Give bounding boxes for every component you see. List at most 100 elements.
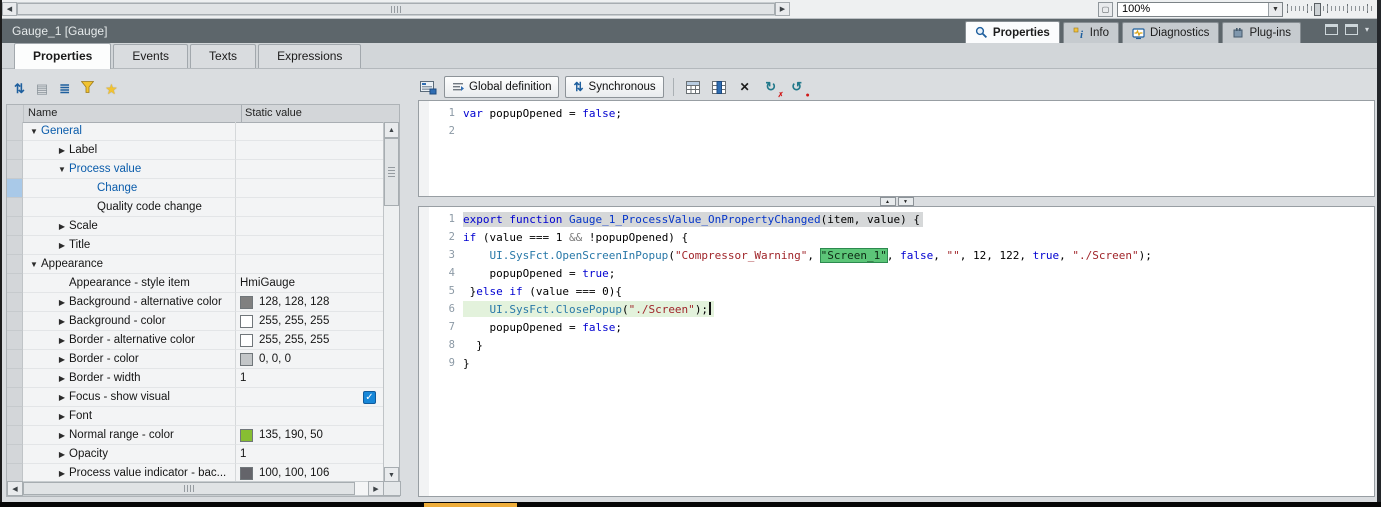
property-value-cell[interactable] <box>236 198 384 217</box>
synchronous-button[interactable]: ⇅ Synchronous <box>565 76 663 98</box>
filter-funnel-icon[interactable] <box>81 81 94 97</box>
scrollbar-thumb[interactable] <box>17 3 775 15</box>
code-line[interactable]: 3 UI.SysFct.OpenScreenInPopup("Compresso… <box>419 246 1374 264</box>
property-value-cell[interactable]: 1 <box>236 445 384 464</box>
expand-arrow-icon[interactable]: ▶ <box>55 393 69 402</box>
nav-tab-texts[interactable]: Texts <box>190 44 256 68</box>
expand-arrow-icon[interactable]: ▶ <box>55 298 69 307</box>
expand-arrow-icon[interactable]: ▶ <box>55 431 69 440</box>
refresh-warning-icon[interactable]: ↺● <box>787 77 807 97</box>
property-value-cell[interactable] <box>236 217 384 236</box>
expand-arrow-icon[interactable]: ▶ <box>55 336 69 345</box>
refresh-error-icon[interactable]: ↻✗ <box>761 77 781 97</box>
scroll-right-button[interactable]: ▶ <box>368 481 384 496</box>
expand-arrow-icon[interactable]: ▶ <box>55 469 69 478</box>
property-value-cell[interactable]: 255, 255, 255 <box>236 312 384 331</box>
property-value-cell[interactable] <box>236 122 384 141</box>
code-text[interactable]: UI.SysFct.ClosePopup("./Screen"); <box>463 301 714 317</box>
expand-arrow-icon[interactable]: ▶ <box>55 241 69 250</box>
property-row-appearance-style-item[interactable]: Appearance - style itemHmiGauge <box>7 274 384 293</box>
favorites-star-icon[interactable]: ★ <box>105 81 118 97</box>
expand-arrow-icon[interactable]: ▶ <box>55 374 69 383</box>
property-row-process-value[interactable]: ▼Process value <box>7 160 384 179</box>
property-row-background-alternative-color[interactable]: ▶Background - alternative color128, 128,… <box>7 293 384 312</box>
category-view-icon[interactable]: ▤ <box>36 81 48 97</box>
column-header-name[interactable]: Name <box>24 105 242 122</box>
property-row-label[interactable]: ▶Label <box>7 141 384 160</box>
property-row-change[interactable]: Change <box>7 179 384 198</box>
scroll-left-button[interactable]: ◀ <box>2 2 17 16</box>
zoom-slider[interactable] <box>1287 2 1375 16</box>
property-row-normal-range-color[interactable]: ▶Normal range - color135, 190, 50 <box>7 426 384 445</box>
code-line[interactable]: 2 <box>419 122 1374 140</box>
property-row-general[interactable]: ▼General <box>7 122 384 141</box>
expand-arrow-icon[interactable]: ▶ <box>55 450 69 459</box>
column-header-static-value[interactable]: Static value <box>242 105 399 122</box>
scrollbar-track[interactable] <box>23 481 368 496</box>
chevron-down-icon[interactable]: ▾ <box>1365 25 1369 34</box>
insert-table-icon[interactable] <box>683 77 703 97</box>
expand-arrow-icon[interactable]: ▶ <box>55 146 69 155</box>
code-line[interactable]: 7 popupOpened = false; <box>419 318 1374 336</box>
splitter-collapse-down-button[interactable]: ▼ <box>898 197 914 206</box>
nav-tab-expressions[interactable]: Expressions <box>258 44 361 68</box>
code-text[interactable]: if (value === 1 && !popupOpened) { <box>463 230 691 245</box>
code-line[interactable]: 1export function Gauge_1_ProcessValue_On… <box>419 210 1374 228</box>
nav-tab-events[interactable]: Events <box>113 44 188 68</box>
document-horizontal-scrollbar[interactable]: ◀ ▶ <box>2 2 790 16</box>
property-value-cell[interactable]: 1 <box>236 369 384 388</box>
expand-arrow-icon[interactable]: ▶ <box>55 355 69 364</box>
properties-horizontal-scrollbar[interactable]: ◀ ▶ <box>7 481 401 496</box>
sort-icon[interactable]: ⇅ <box>14 81 25 97</box>
property-row-background-color[interactable]: ▶Background - color255, 255, 255 <box>7 312 384 331</box>
scrollbar-thumb[interactable] <box>384 138 399 206</box>
property-value-cell[interactable]: 255, 255, 255 <box>236 331 384 350</box>
script-region-icon[interactable] <box>418 77 438 97</box>
code-line[interactable]: 1var popupOpened = false; <box>419 104 1374 122</box>
code-text[interactable]: export function Gauge_1_ProcessValue_OnP… <box>463 212 923 227</box>
tab-properties[interactable]: Properties <box>965 21 1060 43</box>
property-row-scale[interactable]: ▶Scale <box>7 217 384 236</box>
code-text[interactable]: }else if (value === 0){ <box>463 284 625 299</box>
property-value-cell[interactable]: HmiGauge <box>236 274 384 293</box>
checkbox-checked[interactable]: ✓ <box>363 391 376 404</box>
event-script-editor[interactable]: 1export function Gauge_1_ProcessValue_On… <box>418 206 1375 497</box>
code-line[interactable]: 8 } <box>419 336 1374 354</box>
global-definition-editor[interactable]: 1var popupOpened = false;2 <box>418 100 1375 197</box>
property-value-cell[interactable] <box>236 141 384 160</box>
zoom-fit-button[interactable]: ▢ <box>1098 2 1113 17</box>
property-row-border-color[interactable]: ▶Border - color0, 0, 0 <box>7 350 384 369</box>
delete-icon[interactable]: ✕ <box>735 77 755 97</box>
expand-arrow-icon[interactable]: ▶ <box>55 317 69 326</box>
code-line[interactable]: 2if (value === 1 && !popupOpened) { <box>419 228 1374 246</box>
scroll-right-button[interactable]: ▶ <box>775 2 790 16</box>
property-value-cell[interactable]: 135, 190, 50 <box>236 426 384 445</box>
code-text[interactable]: } <box>463 356 473 371</box>
property-value-cell[interactable] <box>236 160 384 179</box>
property-row-opacity[interactable]: ▶Opacity1 <box>7 445 384 464</box>
collapse-arrow-icon[interactable]: ▼ <box>27 260 41 269</box>
property-value-cell[interactable] <box>236 255 384 274</box>
slider-thumb[interactable] <box>1314 3 1321 16</box>
editor-splitter[interactable]: ▲ ▼ <box>418 197 1375 206</box>
zoom-select[interactable]: 100% ▼ <box>1117 2 1283 17</box>
property-value-cell[interactable]: 128, 128, 128 <box>236 293 384 312</box>
code-text[interactable]: popupOpened = true; <box>463 266 618 281</box>
float-window-icon[interactable] <box>1325 24 1338 35</box>
code-line[interactable]: 4 popupOpened = true; <box>419 264 1374 282</box>
property-value-cell[interactable] <box>236 236 384 255</box>
property-row-border-alternative-color[interactable]: ▶Border - alternative color255, 255, 255 <box>7 331 384 350</box>
property-row-border-width[interactable]: ▶Border - width1 <box>7 369 384 388</box>
list-view-icon[interactable]: ≣ <box>59 81 70 97</box>
property-value-cell[interactable]: 0, 0, 0 <box>236 350 384 369</box>
property-row-font[interactable]: ▶Font <box>7 407 384 426</box>
chevron-down-icon[interactable]: ▼ <box>1268 3 1282 16</box>
scrollbar-track[interactable] <box>384 138 399 467</box>
property-row-appearance[interactable]: ▼Appearance <box>7 255 384 274</box>
code-text[interactable] <box>463 130 466 132</box>
code-text[interactable]: } <box>463 338 486 353</box>
property-value-cell[interactable]: ✓ <box>236 388 384 407</box>
scrollbar-thumb[interactable] <box>23 482 355 495</box>
scroll-up-button[interactable]: ▲ <box>384 122 399 138</box>
expand-arrow-icon[interactable]: ▶ <box>55 222 69 231</box>
